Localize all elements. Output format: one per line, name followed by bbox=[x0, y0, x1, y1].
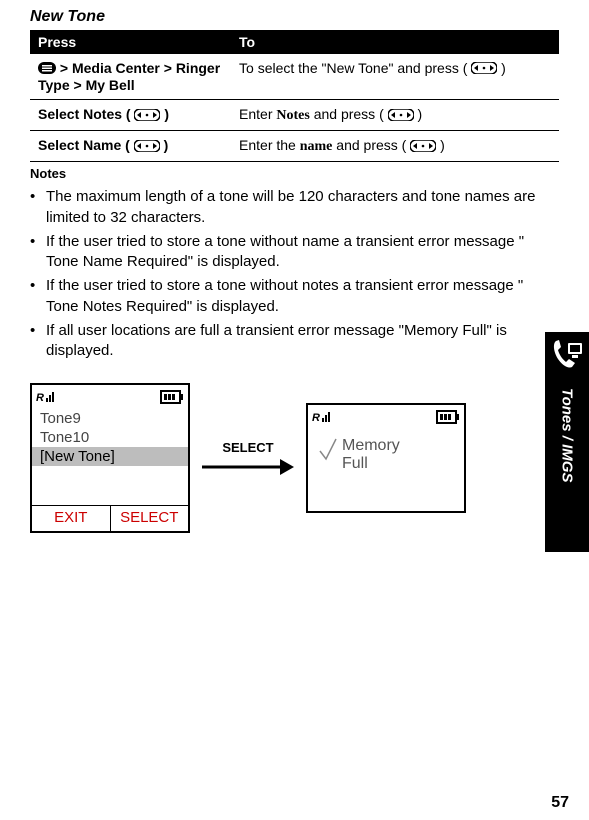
softkey-select[interactable]: SELECT bbox=[111, 506, 189, 531]
to-text-mid: and press ( bbox=[332, 137, 406, 153]
signal-icon: R bbox=[36, 390, 58, 404]
arrow-block: SELECT bbox=[202, 440, 294, 477]
arrow-right-icon bbox=[202, 457, 294, 477]
phone-computer-icon bbox=[545, 332, 589, 376]
phone-screen-memory-full: R Memory Full bbox=[306, 403, 466, 513]
to-serif: name bbox=[300, 139, 333, 154]
to-text-post: ) bbox=[501, 60, 506, 76]
table-row: > Media Center > Ringer Type > My Bell T… bbox=[30, 54, 559, 100]
phone-screen-list: R Tone9 Tone10 [New Tone] EXIT SELECT bbox=[30, 383, 190, 533]
notes-header: Notes bbox=[30, 166, 559, 181]
to-text-pre: To select the "New Tone" and press ( bbox=[239, 60, 471, 76]
press-text: Select Name ( bbox=[38, 137, 134, 153]
nav-key-icon bbox=[388, 108, 414, 124]
to-text-mid: and press ( bbox=[310, 106, 388, 122]
th-press: Press bbox=[30, 30, 231, 54]
press-text: > Media Center > Ringer Type > My Bell bbox=[38, 60, 220, 93]
nav-key-icon bbox=[134, 108, 160, 124]
to-text-pre: Enter the bbox=[239, 137, 300, 153]
mockup-row: R Tone9 Tone10 [New Tone] EXIT SELECT SE… bbox=[30, 383, 559, 533]
th-to: To bbox=[231, 30, 559, 54]
table-row: Select Notes ( ) Enter Notes and press (… bbox=[30, 100, 559, 131]
menu-key-icon bbox=[38, 61, 56, 77]
memory-full-line2: Full bbox=[342, 455, 368, 472]
list-item: If all user locations are full a transie… bbox=[30, 321, 559, 362]
side-tab: Tones / IMGS bbox=[545, 332, 589, 552]
nav-key-icon bbox=[471, 61, 497, 77]
list-item: If the user tried to store a tone withou… bbox=[30, 276, 559, 317]
table-row: Select Name ( ) Enter the name and press… bbox=[30, 131, 559, 162]
battery-icon bbox=[436, 410, 460, 424]
memory-full-line1: Memory bbox=[342, 437, 400, 454]
press-text: Select Notes ( bbox=[38, 106, 134, 122]
svg-text:R: R bbox=[36, 392, 44, 404]
check-icon bbox=[318, 437, 338, 469]
page-number: 57 bbox=[551, 794, 569, 812]
signal-icon: R bbox=[312, 410, 334, 424]
instruction-table: Press To > Media Center > Ringer Type > … bbox=[30, 30, 559, 162]
to-text-pre: Enter bbox=[239, 106, 276, 122]
press-text-close: ) bbox=[164, 137, 169, 153]
list-item: The maximum length of a tone will be 120… bbox=[30, 187, 559, 228]
section-title: New Tone bbox=[30, 8, 559, 26]
press-text-close: ) bbox=[164, 106, 169, 122]
notes-list: The maximum length of a tone will be 120… bbox=[30, 187, 559, 361]
list-item: If the user tried to store a tone withou… bbox=[30, 232, 559, 273]
svg-text:R: R bbox=[312, 412, 320, 424]
list-item-selected: [New Tone] bbox=[32, 447, 188, 466]
list-item: Tone9 bbox=[40, 409, 180, 428]
battery-icon bbox=[160, 390, 184, 404]
to-text-post: ) bbox=[418, 106, 423, 122]
arrow-label: SELECT bbox=[222, 440, 273, 455]
nav-key-icon bbox=[410, 139, 436, 155]
to-text-post: ) bbox=[440, 137, 445, 153]
list-item: Tone10 bbox=[40, 428, 180, 447]
nav-key-icon bbox=[134, 139, 160, 155]
to-serif: Notes bbox=[276, 108, 309, 123]
side-tab-label: Tones / IMGS bbox=[559, 388, 576, 482]
softkey-exit[interactable]: EXIT bbox=[32, 506, 110, 531]
